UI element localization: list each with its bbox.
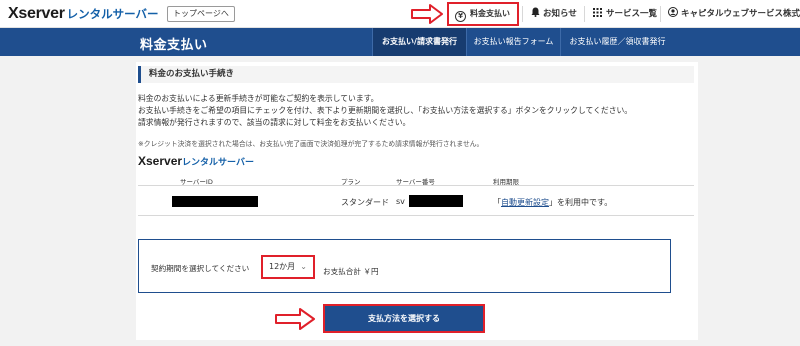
credit-note: ※クレジット決済を選択された場合は、お支払い完了画面で決済処理が完了するため請求… xyxy=(138,140,484,148)
yen-icon: ¥ xyxy=(455,11,466,22)
bell-icon xyxy=(531,7,540,17)
section-title: 料金のお支払い手続き xyxy=(138,66,694,83)
xserver-logo[interactable]: Xserver レンタルサーバー xyxy=(8,5,159,23)
description-line: お支払い手続きをご希望の項目にチェックを付け、表下より更新期間を選択し、「お支払… xyxy=(138,106,633,115)
plan-value: スタンダード xyxy=(341,198,389,207)
description-line: 請求情報が発行されますので、該当の請求に対して料金をお支払いください。 xyxy=(138,118,411,127)
redacted-server-id xyxy=(172,196,258,207)
tab-payment-history[interactable]: お支払い履歴／領収書発行 xyxy=(560,28,674,56)
nav-notice[interactable]: お知らせ xyxy=(531,7,577,21)
table-divider xyxy=(138,215,694,216)
period-label: 契約期間を選択してください xyxy=(151,264,250,273)
annotation-arrow-icon xyxy=(275,308,315,330)
page-title: 料金支払い xyxy=(140,38,208,53)
redacted-server-number xyxy=(409,195,463,207)
grid-icon xyxy=(593,8,602,17)
top-page-button[interactable]: トップページへ xyxy=(167,6,235,22)
nav-divider xyxy=(584,6,585,22)
nav-payment-label: 料金支払い xyxy=(470,9,510,18)
nav-payment-button[interactable]: ¥ 料金支払い xyxy=(447,2,519,26)
select-payment-method-button[interactable]: 支払方法を選択する xyxy=(323,304,485,333)
payment-total: お支払合計 ￥円 xyxy=(323,267,379,276)
title-bar: 料金支払い お支払い/請求書発行 お支払い報告フォーム お支払い履歴／領収書発行 xyxy=(0,28,800,56)
period-selection-box: 契約期間を選択してください 12か月 ⌄ お支払合計 ￥円 xyxy=(138,239,671,293)
rental-server-logo: Xserverレンタルサーバー xyxy=(138,154,254,168)
main-panel: 料金のお支払い手続き 料金のお支払いによる更新手続きが可能なご契約を表示していま… xyxy=(136,62,698,340)
description-line: 料金のお支払いによる更新手続きが可能なご契約を表示しています。 xyxy=(138,94,379,103)
nav-divider xyxy=(660,6,661,22)
nav-divider xyxy=(522,6,523,22)
user-icon xyxy=(668,7,678,17)
nav-account[interactable]: キャピタルウェブサービス株式... xyxy=(668,7,800,21)
period-select[interactable]: 12か月 ⌄ xyxy=(261,255,315,279)
nav-services[interactable]: サービス一覧 xyxy=(593,7,657,21)
auto-renew-link[interactable]: 自動更新設定 xyxy=(501,198,549,207)
top-header: Xserver レンタルサーバー トップページへ ¥ 料金支払い お知らせ サービス… xyxy=(0,0,800,28)
server-number-prefix: sv xyxy=(396,197,405,206)
annotation-arrow-icon xyxy=(411,4,443,24)
tab-payment-report[interactable]: お支払い報告フォーム xyxy=(466,28,560,56)
tab-payment-invoice[interactable]: お支払い/請求書発行 xyxy=(372,28,466,56)
expiry-value: 「自動更新設定」を利用中です。 xyxy=(493,198,613,207)
table-divider xyxy=(138,185,694,186)
chevron-down-icon: ⌄ xyxy=(300,262,307,271)
